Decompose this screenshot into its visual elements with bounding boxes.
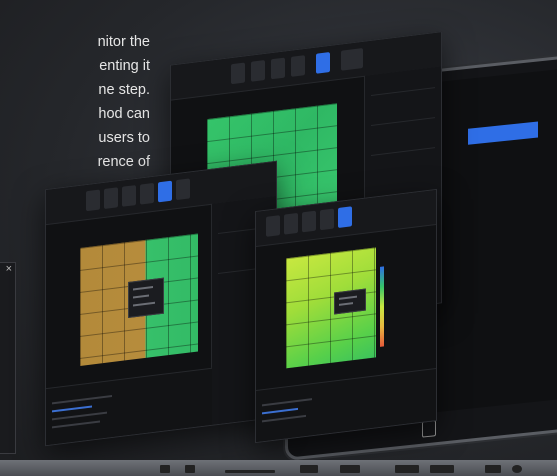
color-scale-bar — [380, 266, 384, 347]
port — [395, 465, 419, 473]
toolbar-button-active[interactable] — [316, 52, 330, 74]
toolbar-button[interactable] — [104, 187, 118, 209]
log-line — [262, 415, 306, 423]
toolbar-button-active[interactable] — [158, 180, 172, 203]
context-popup[interactable] — [334, 288, 366, 315]
toolbar-button[interactable] — [291, 55, 305, 77]
panel-divider — [371, 87, 435, 96]
blurb-line: ne step. — [98, 82, 150, 98]
toolbar-button[interactable] — [302, 210, 316, 233]
toolbar-button[interactable] — [251, 60, 265, 82]
app-window-left — [45, 160, 277, 447]
log-line — [52, 394, 112, 405]
blurb-line: nitor the — [97, 34, 150, 50]
panel-divider — [371, 117, 435, 126]
log-line — [262, 398, 312, 407]
close-icon[interactable]: × — [6, 263, 12, 275]
toolbar-button-active[interactable] — [338, 206, 352, 228]
tablet-home-icon[interactable] — [422, 420, 436, 438]
heatmap-canvas[interactable] — [80, 233, 198, 366]
port — [185, 465, 195, 473]
toolbar-button[interactable] — [320, 208, 334, 231]
toolbar-button[interactable] — [266, 215, 280, 237]
toolbar-button[interactable] — [284, 212, 298, 235]
popup-line — [339, 302, 353, 306]
toolbar-button[interactable] — [271, 57, 285, 80]
popup-line — [133, 294, 149, 299]
port — [512, 465, 522, 473]
toolbar-button[interactable] — [341, 48, 363, 71]
app-window-right — [255, 188, 437, 444]
port — [300, 465, 318, 473]
port — [340, 465, 360, 473]
context-popup[interactable] — [128, 277, 164, 319]
log-line — [262, 408, 298, 415]
device-base-ports — [0, 460, 557, 476]
toolbar-button[interactable] — [176, 178, 190, 201]
blurb-line: enting it — [99, 58, 150, 74]
toolbar-button[interactable] — [122, 185, 136, 207]
toolbar-button[interactable] — [231, 62, 245, 85]
port — [485, 465, 501, 473]
port — [430, 465, 454, 473]
heatmap-canvas[interactable] — [286, 247, 376, 369]
port — [225, 470, 275, 473]
side-dialog: × — [0, 262, 16, 454]
popup-line — [339, 295, 357, 300]
log-line — [52, 411, 107, 421]
blurb-line: users to — [98, 130, 150, 146]
port — [160, 465, 170, 473]
log-line — [52, 405, 92, 413]
toolbar-button[interactable] — [140, 182, 154, 205]
blurb-line: rence of — [97, 154, 150, 170]
marketing-text: nitor the enting it ne step. hod can use… — [0, 30, 150, 174]
popup-line — [133, 285, 153, 291]
toolbar-button[interactable] — [86, 189, 100, 212]
popup-line — [133, 301, 155, 307]
log-line — [52, 420, 100, 429]
panel-divider — [371, 147, 435, 156]
blurb-line: hod can — [98, 106, 150, 122]
